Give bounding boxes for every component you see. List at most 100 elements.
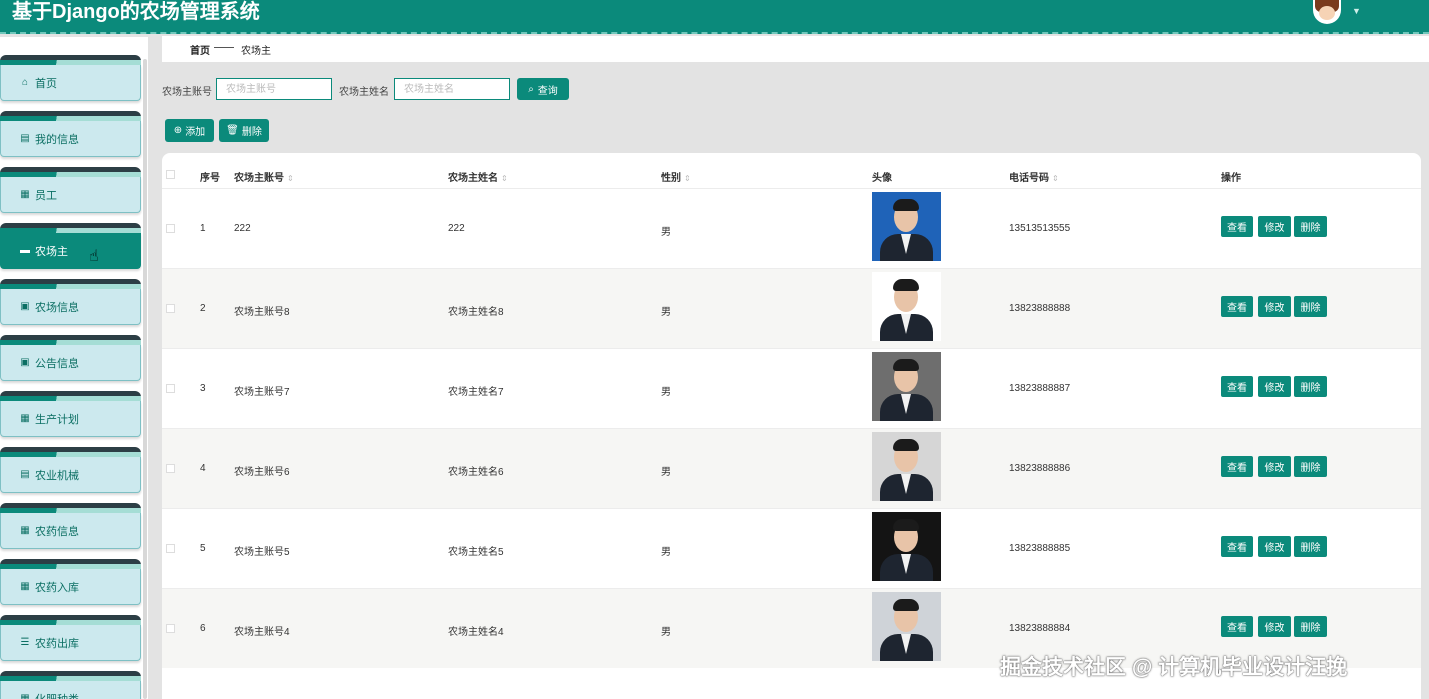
sidebar-item-body[interactable]: ▬ 农场主: [0, 233, 141, 269]
sidebar-item[interactable]: ▦ 员工: [0, 167, 141, 213]
table-row: 2 农场主账号8 农场主姓名8 男 13823888888 查看 修改 删除: [162, 268, 1421, 348]
sidebar-item-body[interactable]: ▦ 化肥种类: [0, 681, 141, 699]
view-button[interactable]: 查看: [1221, 296, 1253, 317]
avatar-photo: [872, 272, 941, 341]
view-button[interactable]: 查看: [1221, 216, 1253, 237]
monitor-icon: ▬: [20, 245, 30, 256]
sidebar-item-body[interactable]: ▦ 员工: [0, 177, 141, 213]
row-account: 农场主账号6: [234, 467, 290, 478]
sidebar-item[interactable]: ▣ 农场信息: [0, 279, 141, 325]
row-name: 222: [448, 223, 465, 234]
sidebar-item[interactable]: ▬ 农场主: [0, 223, 141, 269]
query-button[interactable]: ⌕ 查询: [517, 78, 569, 100]
sidebar-item[interactable]: ⌂ 首页: [0, 55, 141, 101]
delete-button[interactable]: 删除: [1294, 296, 1327, 317]
view-button[interactable]: 查看: [1221, 616, 1253, 637]
row-account: 222: [234, 223, 251, 234]
chevron-down-icon[interactable]: ▼: [1352, 6, 1361, 16]
row-checkbox[interactable]: [166, 544, 175, 553]
table-row: 4 农场主账号6 农场主姓名6 男 13823888886 查看 修改 删除: [162, 428, 1421, 508]
row-gender: 男: [661, 627, 671, 638]
row-gender: 男: [661, 227, 671, 238]
header-name[interactable]: 农场主姓名 ⇕: [448, 169, 508, 184]
sidebar-item-body[interactable]: ▦ 生产计划: [0, 401, 141, 437]
view-button[interactable]: 查看: [1221, 536, 1253, 557]
sidebar-item[interactable]: ▣ 公告信息: [0, 335, 141, 381]
edit-button[interactable]: 修改: [1258, 376, 1291, 397]
sidebar-item[interactable]: ▤ 农业机械: [0, 447, 141, 493]
sort-icon[interactable]: ⇕: [1052, 174, 1059, 183]
edit-button[interactable]: 修改: [1258, 296, 1291, 317]
edit-button[interactable]: 修改: [1258, 216, 1291, 237]
sidebar-item-body[interactable]: ▤ 我的信息: [0, 121, 141, 157]
row-phone: 13513513555: [1009, 223, 1071, 234]
view-button[interactable]: 查看: [1221, 456, 1253, 477]
row-phone: 13823888884: [1009, 623, 1071, 634]
header-name-label: 农场主姓名: [448, 173, 498, 184]
add-button[interactable]: ⊕ 添加: [165, 119, 214, 142]
sidebar-item[interactable]: ▦ 农药信息: [0, 503, 141, 549]
sort-icon[interactable]: ⇕: [287, 174, 294, 183]
edit-button[interactable]: 修改: [1258, 456, 1291, 477]
sidebar-item[interactable]: ▤ 我的信息: [0, 111, 141, 157]
sidebar-item-body[interactable]: ☰ 农药出库: [0, 625, 141, 661]
row-name: 农场主姓名6: [448, 467, 504, 478]
sort-icon[interactable]: ⇕: [684, 174, 691, 183]
header-gender-label: 性别: [661, 173, 681, 184]
account-search-input[interactable]: [216, 78, 332, 100]
grid-icon: ▦: [20, 581, 30, 592]
row-gender: 男: [661, 467, 671, 478]
row-gender: 男: [661, 547, 671, 558]
delete-button[interactable]: 删除: [1294, 536, 1327, 557]
row-checkbox[interactable]: [166, 384, 175, 393]
row-index: 3: [200, 383, 206, 394]
breadcrumb-current: 农场主: [241, 46, 271, 57]
avatar-face: [1319, 6, 1335, 20]
sidebar-item[interactable]: ☰ 农药出库: [0, 615, 141, 661]
check-square-icon: ▣: [20, 357, 30, 368]
add-button-label: 添加: [185, 127, 206, 138]
row-checkbox[interactable]: [166, 624, 175, 633]
delete-button[interactable]: 删除: [1294, 456, 1327, 477]
name-search-input[interactable]: [394, 78, 510, 100]
sidebar-item-body[interactable]: ▤ 农业机械: [0, 457, 141, 493]
header-phone[interactable]: 电话号码 ⇕: [1009, 169, 1059, 184]
row-index: 2: [200, 303, 206, 314]
sidebar-item[interactable]: ▦ 生产计划: [0, 391, 141, 437]
sidebar-item-label: 农药入库: [35, 581, 79, 594]
sidebar-item-body[interactable]: ⌂ 首页: [0, 65, 141, 101]
header-gender[interactable]: 性别 ⇕: [661, 169, 691, 184]
sidebar-item-body[interactable]: ▣ 农场信息: [0, 289, 141, 325]
photo-hair: [893, 359, 919, 371]
row-checkbox[interactable]: [166, 304, 175, 313]
name-search-label: 农场主姓名: [339, 87, 389, 98]
row-checkbox[interactable]: [166, 464, 175, 473]
sidebar-item-body[interactable]: ▦ 农药入库: [0, 569, 141, 605]
header-index: 序号: [200, 173, 220, 184]
breadcrumb-separator: [214, 47, 234, 48]
table-row: 5 农场主账号5 农场主姓名5 男 13823888885 查看 修改 删除: [162, 508, 1421, 588]
view-button[interactable]: 查看: [1221, 376, 1253, 397]
sort-icon[interactable]: ⇕: [501, 174, 508, 183]
batch-delete-button[interactable]: 🗑 删除: [219, 119, 269, 142]
row-checkbox[interactable]: [166, 224, 175, 233]
table-row: 1 222 222 男 13513513555 查看 修改 删除: [162, 188, 1421, 268]
plus-circle-icon: ⊕: [173, 125, 183, 136]
sidebar-item[interactable]: ▦ 化肥种类: [0, 671, 141, 699]
sidebar-item-label: 首页: [35, 77, 57, 90]
row-phone: 13823888886: [1009, 463, 1071, 474]
row-phone: 13823888887: [1009, 383, 1071, 394]
user-avatar[interactable]: [1313, 0, 1341, 24]
edit-button[interactable]: 修改: [1258, 616, 1291, 637]
sidebar-scrollbar[interactable]: [143, 59, 147, 699]
breadcrumb-home[interactable]: 首页: [190, 42, 210, 57]
header-account[interactable]: 农场主账号 ⇕: [234, 169, 294, 184]
sidebar-item-body[interactable]: ▣ 公告信息: [0, 345, 141, 381]
edit-button[interactable]: 修改: [1258, 536, 1291, 557]
delete-button[interactable]: 删除: [1294, 216, 1327, 237]
delete-button[interactable]: 删除: [1294, 376, 1327, 397]
select-all-checkbox[interactable]: [166, 170, 175, 179]
delete-button[interactable]: 删除: [1294, 616, 1327, 637]
sidebar-item[interactable]: ▦ 农药入库: [0, 559, 141, 605]
sidebar-item-body[interactable]: ▦ 农药信息: [0, 513, 141, 549]
